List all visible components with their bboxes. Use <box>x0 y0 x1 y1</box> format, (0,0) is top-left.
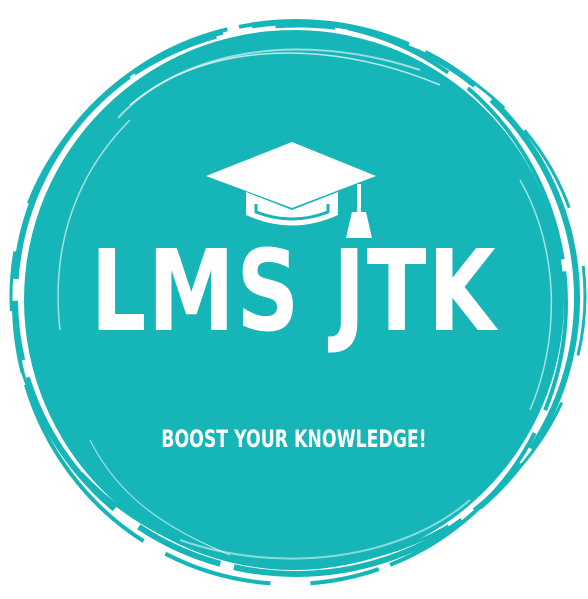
brand-tagline: BOOST YOUR KNOWLEDGE! <box>161 425 427 453</box>
logo: LMS JTK BOOST YOUR KNOWLEDGE! <box>0 0 588 599</box>
brand-title: LMS JTK <box>90 227 498 357</box>
